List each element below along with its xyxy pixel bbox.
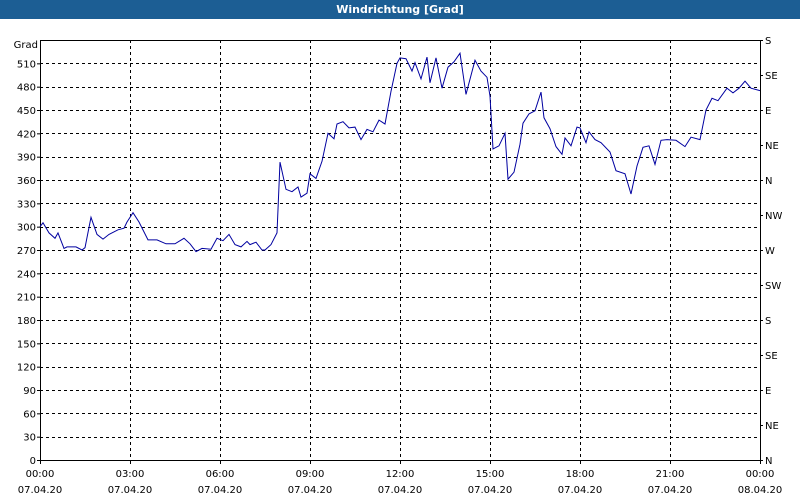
y-tick-label: 270	[17, 246, 36, 257]
x-tick-date-label: 07.04.20	[18, 485, 63, 496]
y-axis-unit-label: Grad	[14, 40, 38, 51]
compass-tick-label: NE	[765, 141, 779, 152]
x-tick-date-label: 07.04.20	[648, 485, 693, 496]
y-tick-label: 420	[17, 129, 36, 140]
compass-tick-label: N	[765, 176, 772, 187]
window-title-bar: Windrichtung [Grad]	[0, 0, 800, 19]
x-tick-time-label: 15:00	[476, 469, 505, 480]
x-tick-time-label: 00:00	[746, 469, 775, 480]
compass-tick-label: SE	[765, 71, 778, 82]
x-tick-time-label: 21:00	[656, 469, 685, 480]
compass-tick-label: SE	[765, 351, 778, 362]
y-tick-label: 120	[17, 363, 36, 374]
window-title: Windrichtung [Grad]	[336, 3, 464, 16]
y-tick-label: 300	[17, 223, 36, 234]
compass-tick-label: W	[765, 246, 775, 257]
compass-tick-label: E	[765, 106, 771, 117]
y-tick-label: 480	[17, 83, 36, 94]
x-tick-time-label: 06:00	[206, 469, 235, 480]
wind-direction-chart: Grad 0 30 60 90 120 150 180 210 240 270 300 330 360 3…	[14, 36, 783, 496]
y-tick-label: 150	[17, 339, 36, 350]
y-tick-label: 60	[23, 409, 36, 420]
y-tick-label: 210	[17, 293, 36, 304]
y-tick-label: 30	[23, 433, 36, 444]
grid-lines	[40, 40, 760, 460]
x-tick-date-label: 07.04.20	[108, 485, 153, 496]
time-axis: 00:00 07.04.20 03:00 07.04.20 06:00 07.04.20 0…	[18, 460, 783, 496]
y-tick-label: 0	[30, 456, 36, 467]
compass-tick-label: NE	[765, 421, 779, 432]
y-tick-label: 90	[23, 386, 36, 397]
x-tick-date-label: 07.04.20	[558, 485, 603, 496]
compass-tick-label: S	[765, 316, 771, 327]
x-tick-time-label: 09:00	[296, 469, 325, 480]
x-tick-time-label: 00:00	[26, 469, 55, 480]
y-tick-label: 180	[17, 316, 36, 327]
compass-tick-label: S	[765, 36, 771, 47]
x-tick-time-label: 12:00	[386, 469, 415, 480]
x-tick-date-label: 07.04.20	[468, 485, 513, 496]
y-tick-label: 390	[17, 153, 36, 164]
x-tick-date-label: 07.04.20	[288, 485, 333, 496]
compass-tick-label: SW	[765, 281, 781, 292]
y-tick-label: 330	[17, 199, 36, 210]
y-tick-label: 450	[17, 106, 36, 117]
x-tick-date-label: 07.04.20	[198, 485, 243, 496]
y-tick-label: 510	[17, 59, 36, 70]
compass-tick-label: NW	[765, 211, 782, 222]
x-tick-time-label: 18:00	[566, 469, 595, 480]
x-tick-date-label: 08.04.20	[738, 485, 783, 496]
x-tick-date-label: 07.04.20	[378, 485, 423, 496]
x-tick-time-label: 03:00	[116, 469, 145, 480]
left-axis: 0 30 60 90 120 150 180 210 240 270 300 330 360 390 420…	[17, 59, 40, 467]
y-tick-label: 240	[17, 269, 36, 280]
compass-tick-label: N	[765, 456, 772, 467]
compass-tick-label: E	[765, 386, 771, 397]
y-tick-label: 360	[17, 176, 36, 187]
right-axis: N NE E SE S SW W NW N NE E SE S	[760, 36, 782, 467]
